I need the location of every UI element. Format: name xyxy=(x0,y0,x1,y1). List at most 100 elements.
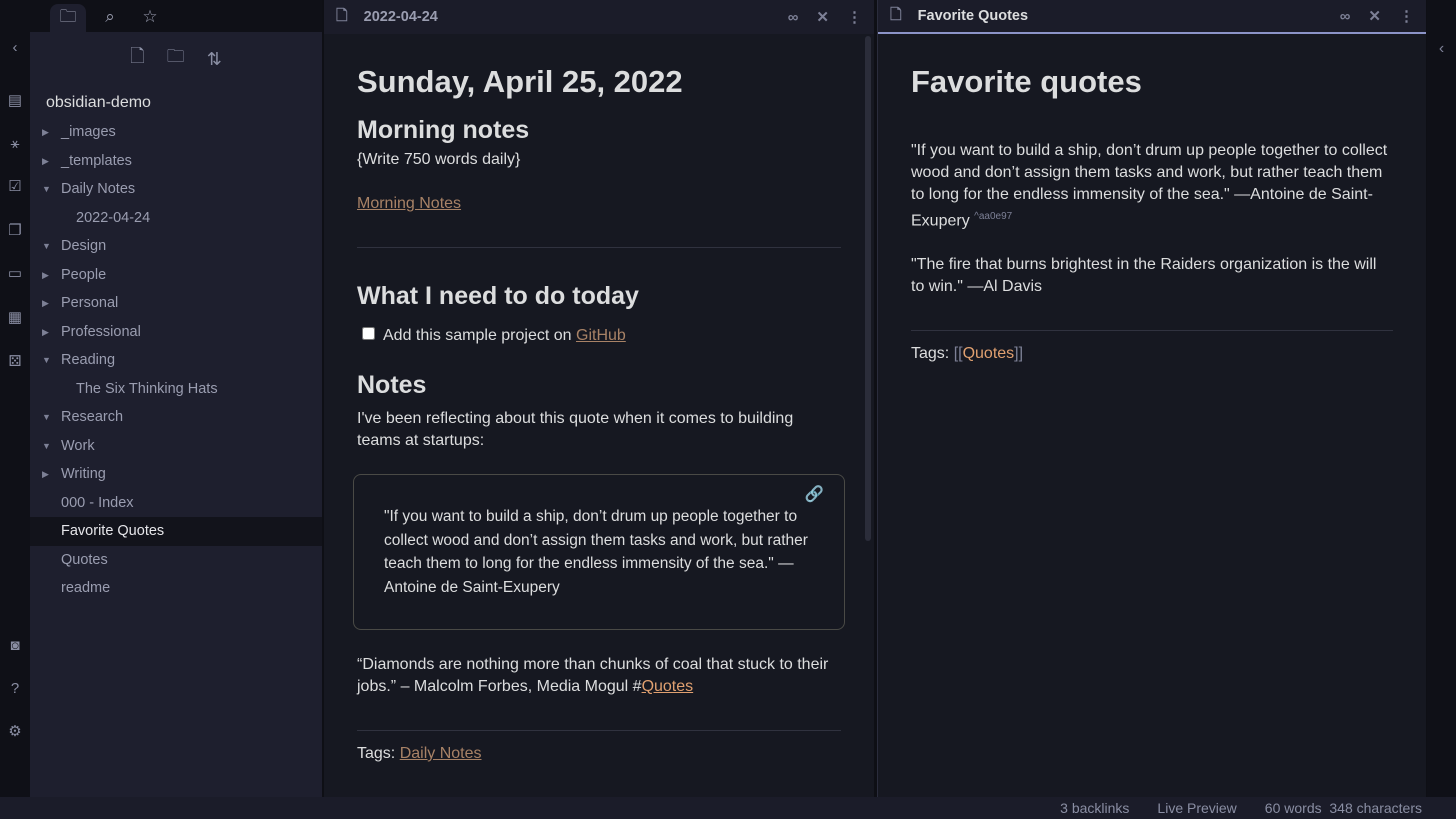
reading-view-icon[interactable]: ∞ xyxy=(1340,8,1351,25)
note-title: Sunday, April 25, 2022 xyxy=(357,64,841,100)
file-item[interactable]: Quotes xyxy=(30,546,322,575)
word-count: 60 words 348 characters xyxy=(1265,800,1422,816)
folder-item[interactable]: ▶Personal xyxy=(30,289,322,318)
chevron-down-icon[interactable]: ▼ xyxy=(42,232,51,261)
tab-title[interactable]: Favorite Quotes xyxy=(918,8,1322,24)
settings-icon[interactable]: ⚙ xyxy=(5,722,25,742)
daily-note-icon[interactable]: ☑ xyxy=(5,177,25,197)
file-explorer: 🗋 🗀 ⇅ obsidian-demo ▶ _images ▶ _templates ▼… xyxy=(30,32,322,797)
open-quick-switcher-icon[interactable]: ▤ xyxy=(5,91,25,111)
item-label: Work xyxy=(61,438,95,454)
left-ribbon: ‹ ▤ ⚹ ☑ ❐ ▭ ▦ ⚄ ◙ ? ⚙ xyxy=(0,0,30,797)
folder-item[interactable]: ▶ _images xyxy=(30,118,322,147)
file-item[interactable]: The Six Thinking Hats xyxy=(30,375,322,404)
editor-mode[interactable]: Live Preview xyxy=(1157,800,1236,816)
write-text: {Write 750 words daily} xyxy=(357,149,841,171)
item-label: Reading xyxy=(61,352,115,368)
tab-title[interactable]: 2022-04-24 xyxy=(364,9,770,25)
chevron-down-icon[interactable]: ▼ xyxy=(42,432,51,461)
item-label: Quotes xyxy=(61,552,108,568)
folder-item[interactable]: ▼ Reading xyxy=(30,346,322,375)
heading-todo: What I need to do today xyxy=(357,282,841,311)
morning-notes-link[interactable]: Morning Notes xyxy=(357,195,461,212)
bracket: ]] xyxy=(1014,345,1023,362)
todo-checkbox[interactable] xyxy=(362,327,375,340)
file-item[interactable]: readme xyxy=(30,574,322,603)
file-item[interactable]: 000 - Index xyxy=(30,489,322,518)
chevron-down-icon[interactable]: ▼ xyxy=(42,403,51,432)
item-label: Writing xyxy=(61,466,106,482)
file-item[interactable]: 2022-04-24 xyxy=(30,204,322,233)
folder-item[interactable]: ▼ Work xyxy=(30,432,322,461)
chevron-right-icon[interactable]: ▶ xyxy=(42,118,49,147)
chevron-right-icon[interactable]: ▶ xyxy=(42,289,49,318)
new-note-icon[interactable]: 🗋 xyxy=(130,44,144,74)
help-icon[interactable]: ? xyxy=(5,679,25,699)
quote-embed: 🔗 "If you want to build a ship, don’t dr… xyxy=(353,474,845,630)
chevron-right-icon[interactable]: ▶ xyxy=(42,261,49,290)
folder-item[interactable]: ▶ _templates xyxy=(30,147,322,176)
reading-view-icon[interactable]: ∞ xyxy=(788,9,799,26)
item-label: _templates xyxy=(61,153,132,169)
scrollbar[interactable] xyxy=(865,36,871,541)
tags-label: Tags: xyxy=(911,345,954,362)
kanban-icon[interactable]: ▦ xyxy=(5,308,25,328)
quote-2: "The fire that burns brightest in the Ra… xyxy=(911,254,1393,298)
close-icon[interactable]: ✕ xyxy=(1368,7,1381,25)
item-label: Research xyxy=(61,409,123,425)
quotes-tag[interactable]: Quotes xyxy=(642,678,694,695)
status-bar: 3 backlinks Live Preview 60 words 348 ch… xyxy=(0,797,1456,819)
chevron-right-icon[interactable]: ▶ xyxy=(42,147,49,176)
random-note-icon[interactable]: ⚄ xyxy=(5,352,25,372)
github-link[interactable]: GitHub xyxy=(576,327,626,344)
collapse-left-icon[interactable]: ‹ xyxy=(5,38,25,58)
item-label: Professional xyxy=(61,324,141,340)
folder-item[interactable]: ▼ Daily Notes xyxy=(30,175,322,204)
vault-icon[interactable]: ◙ xyxy=(5,636,25,656)
tags-label: Tags: xyxy=(357,745,400,762)
slides-icon[interactable]: ▭ xyxy=(5,264,25,284)
folder-item[interactable]: ▶ Professional xyxy=(30,318,322,347)
block-id: ^aa0e97 xyxy=(974,211,1012,222)
right-ribbon: ‹ xyxy=(1427,0,1456,797)
item-label: 000 - Index xyxy=(61,495,134,511)
chevron-right-icon[interactable]: ▶ xyxy=(42,318,49,347)
todo-text: Add this sample project on xyxy=(383,327,576,344)
file-item[interactable]: Favorite Quotes xyxy=(30,517,322,546)
expand-right-icon[interactable]: ‹ xyxy=(1439,40,1444,57)
folder-item[interactable]: ▶ Writing xyxy=(30,460,322,489)
folder-item[interactable]: ▶ People xyxy=(30,261,322,290)
close-icon[interactable]: ✕ xyxy=(816,8,829,26)
item-label: Design xyxy=(61,238,106,254)
link-icon[interactable]: 🔗 xyxy=(805,483,824,507)
file-icon: 🗋 xyxy=(890,4,902,29)
item-label: People xyxy=(61,267,106,283)
diamonds-quote: “Diamonds are nothing more than chunks o… xyxy=(357,654,841,698)
sidebar-tabs: 🗀 ⌕ ☆ xyxy=(30,0,322,32)
file-explorer-tab[interactable]: 🗀 xyxy=(50,4,86,32)
folder-item[interactable]: ▼ Research xyxy=(30,403,322,432)
quotes-link[interactable]: Quotes xyxy=(963,345,1015,362)
chevron-down-icon[interactable]: ▼ xyxy=(42,175,51,204)
more-options-icon[interactable]: ⋮ xyxy=(1399,7,1414,25)
folder-item[interactable]: ▼ Design xyxy=(30,232,322,261)
chevron-down-icon[interactable]: ▼ xyxy=(42,346,51,375)
graph-view-icon[interactable]: ⚹ xyxy=(5,134,25,154)
templates-icon[interactable]: ❐ xyxy=(5,221,25,241)
editor-pane-quotes: 🗋 Favorite Quotes ∞ ✕ ⋮ Favorite quotes … xyxy=(877,0,1426,797)
chevron-right-icon[interactable]: ▶ xyxy=(42,460,49,489)
search-tab[interactable]: ⌕ xyxy=(92,4,128,32)
bracket: [[ xyxy=(954,345,963,362)
new-folder-icon[interactable]: 🗀 xyxy=(167,44,185,74)
item-label: Daily Notes xyxy=(61,181,135,197)
editor-pane-daily: 🗋 2022-04-24 ∞ ✕ ⋮ Sunday, April 25, 202… xyxy=(324,0,874,797)
heading-notes: Notes xyxy=(357,371,841,400)
embedded-quote: "If you want to build a ship, don’t drum… xyxy=(384,508,808,596)
sort-icon[interactable]: ⇅ xyxy=(207,49,222,70)
vault-name: obsidian-demo xyxy=(30,88,322,118)
backlinks-count[interactable]: 3 backlinks xyxy=(1060,800,1129,816)
starred-tab[interactable]: ☆ xyxy=(132,4,168,32)
item-label: _images xyxy=(61,124,116,140)
daily-notes-tag-link[interactable]: Daily Notes xyxy=(400,745,482,762)
more-options-icon[interactable]: ⋮ xyxy=(847,8,862,26)
